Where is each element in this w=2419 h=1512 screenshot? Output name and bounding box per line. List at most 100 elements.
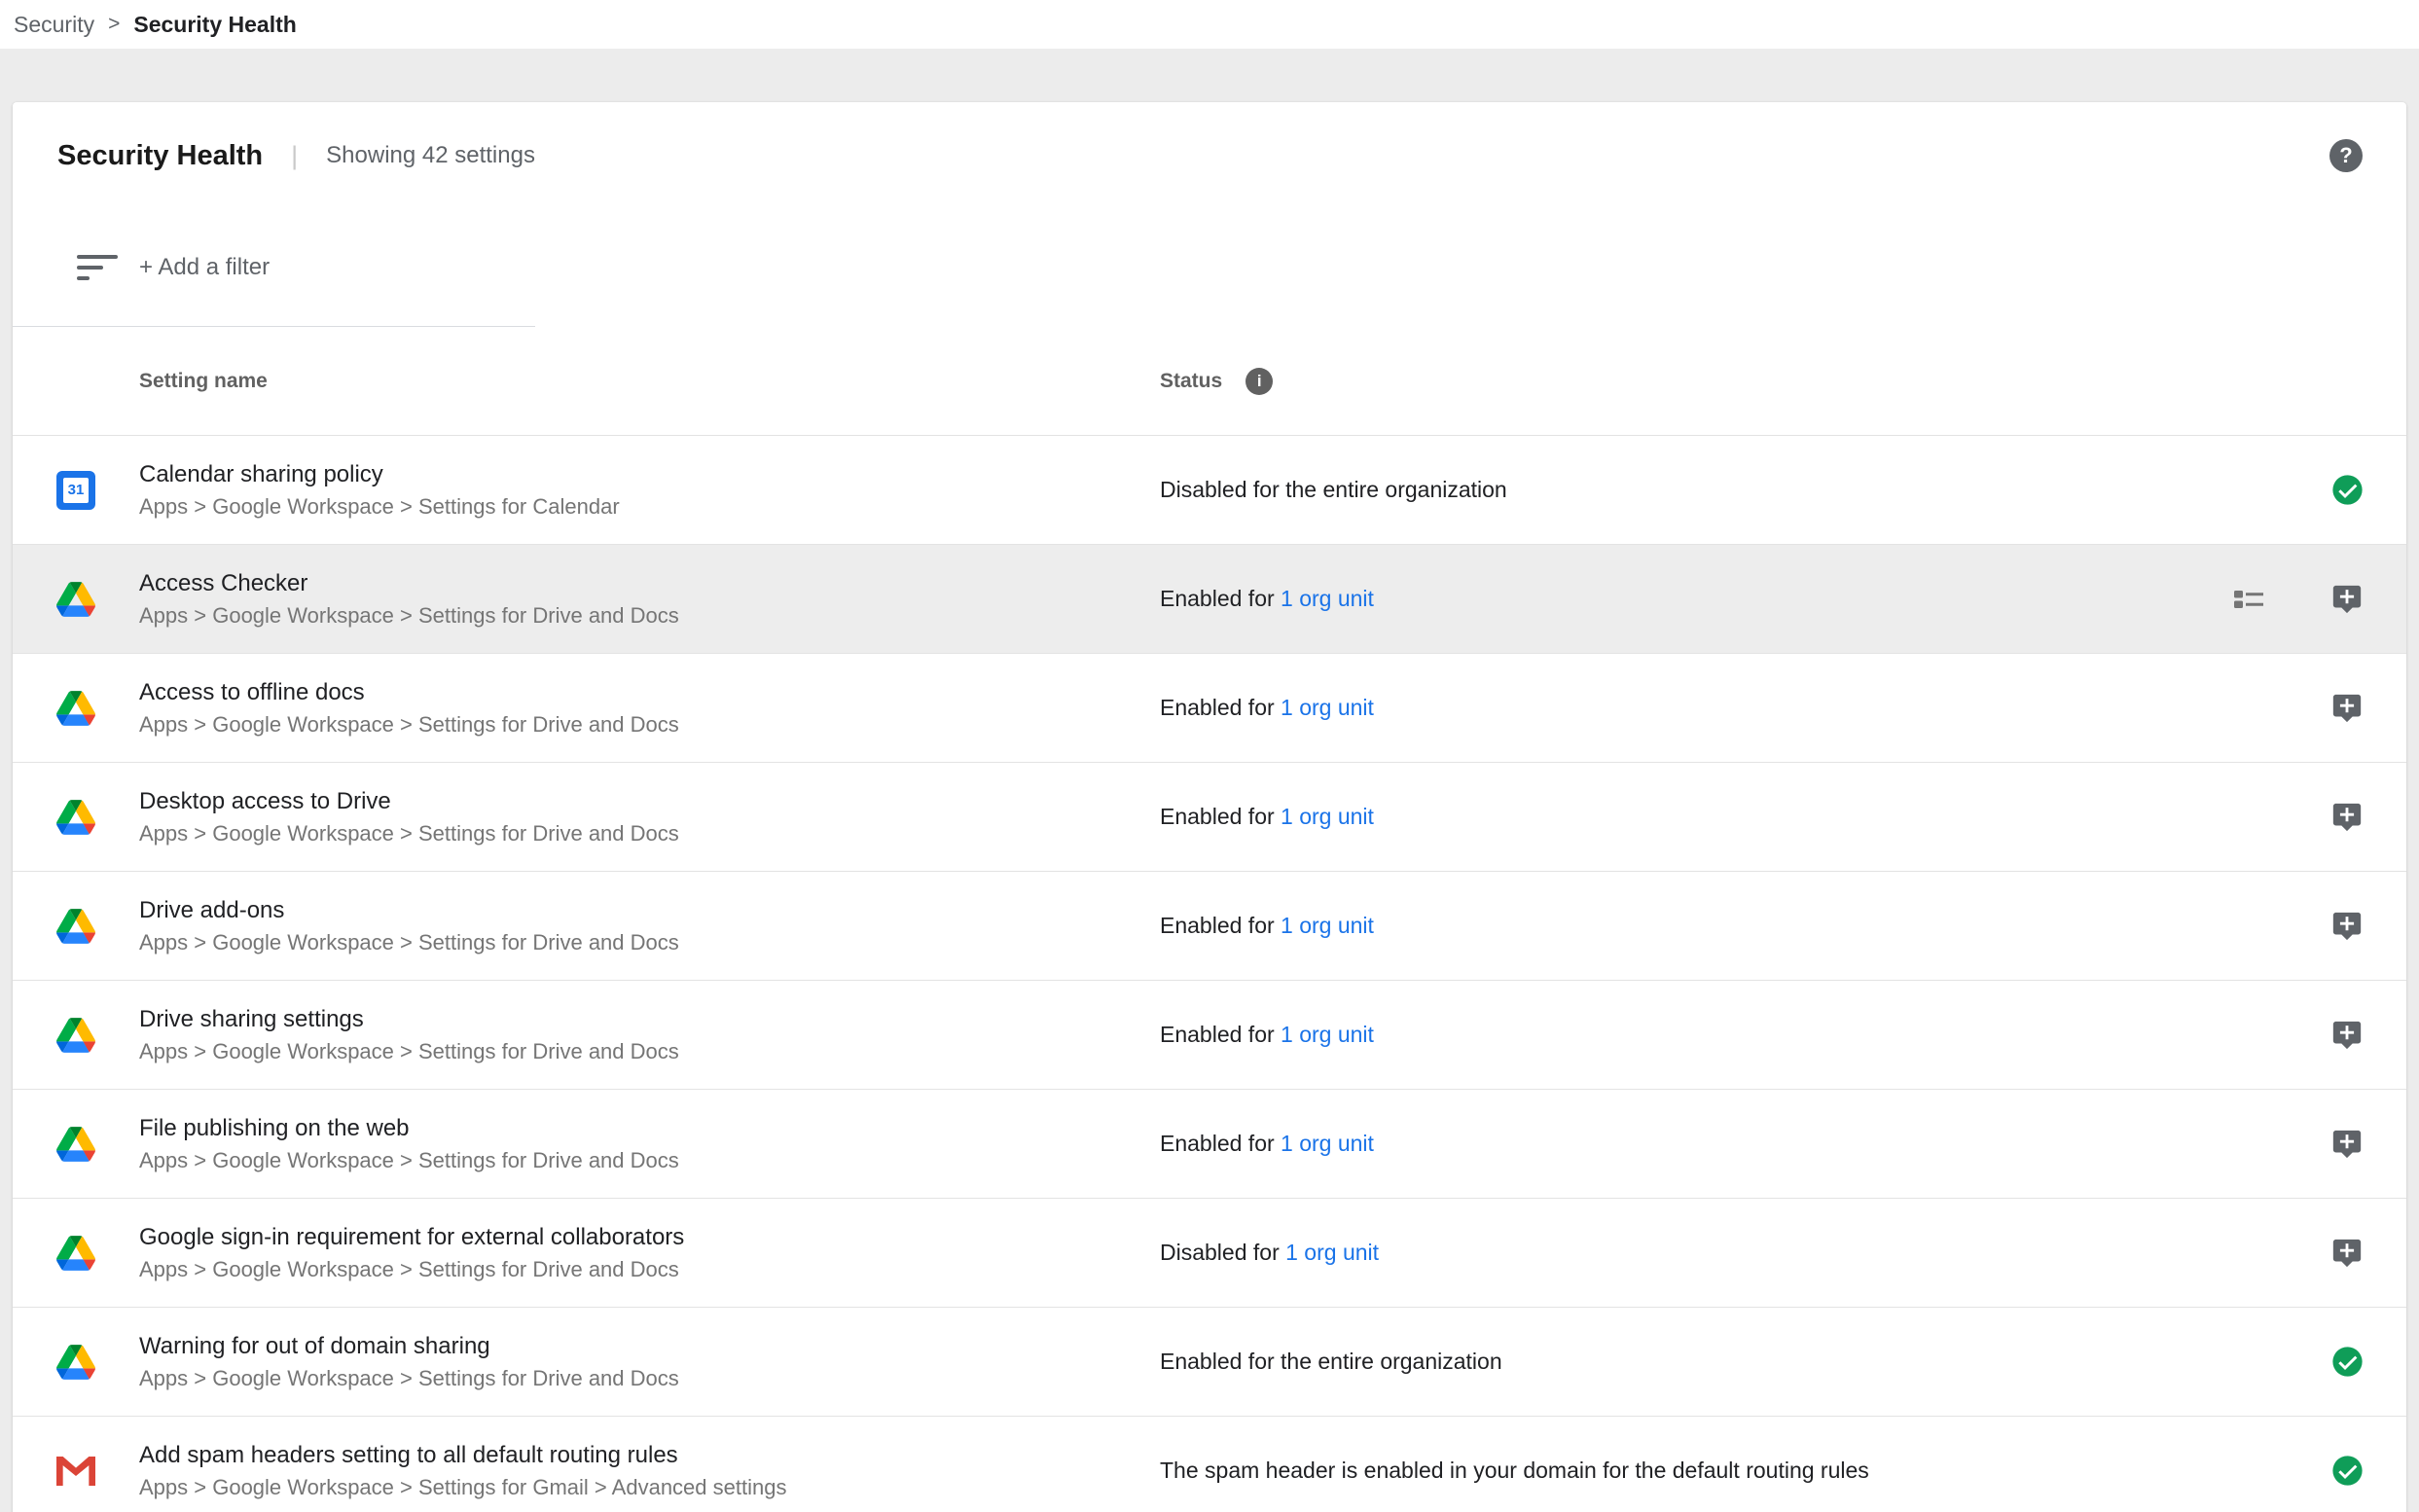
filter-icon[interactable] bbox=[77, 255, 118, 280]
org-unit-link[interactable]: 1 org unit bbox=[1281, 586, 1374, 611]
org-unit-link[interactable]: 1 org unit bbox=[1281, 695, 1374, 720]
row-actions bbox=[2330, 692, 2364, 725]
status-cell: Enabled for 1 org unit bbox=[1160, 695, 2330, 721]
setting-cell: Access to offline docs Apps > Google Wor… bbox=[139, 676, 1160, 740]
status-text: Enabled for bbox=[1160, 1022, 1281, 1047]
status-cell: Enabled for 1 org unit bbox=[1160, 1131, 2330, 1157]
status-cell: Disabled for 1 org unit bbox=[1160, 1240, 2330, 1266]
status-ok-icon bbox=[2331, 474, 2364, 506]
table-row[interactable]: Drive sharing settings Apps > Google Wor… bbox=[13, 981, 2406, 1090]
recommendation-badge-icon[interactable] bbox=[2330, 1019, 2364, 1052]
org-unit-link[interactable]: 1 org unit bbox=[1281, 1022, 1374, 1047]
setting-path: Apps > Google Workspace > Settings for D… bbox=[139, 1363, 1160, 1394]
add-filter-button[interactable]: + Add a filter bbox=[139, 254, 270, 281]
setting-path: Apps > Google Workspace > Settings for G… bbox=[139, 1472, 1160, 1503]
table-row[interactable]: Drive add-ons Apps > Google Workspace > … bbox=[13, 872, 2406, 981]
table-row[interactable]: Access Checker Apps > Google Workspace >… bbox=[13, 545, 2406, 654]
org-unit-details-icon[interactable] bbox=[2231, 582, 2266, 617]
help-icon[interactable]: ? bbox=[2329, 139, 2363, 172]
setting-path: Apps > Google Workspace > Settings for D… bbox=[139, 818, 1160, 849]
drive-icon bbox=[56, 1236, 95, 1271]
table-row[interactable]: Desktop access to Drive Apps > Google Wo… bbox=[13, 763, 2406, 872]
setting-path: Apps > Google Workspace > Settings for D… bbox=[139, 1145, 1160, 1176]
settings-count: Showing 42 settings bbox=[326, 142, 535, 169]
recommendation-badge-icon[interactable] bbox=[2330, 692, 2364, 725]
product-icon-cell bbox=[13, 1018, 139, 1053]
breadcrumb-security[interactable]: Security bbox=[14, 12, 94, 38]
status-cell: Enabled for 1 org unit bbox=[1160, 913, 2330, 939]
org-unit-link[interactable]: 1 org unit bbox=[1285, 1240, 1379, 1265]
column-header-status: Status i bbox=[1160, 368, 2364, 395]
setting-cell: Drive add-ons Apps > Google Workspace > … bbox=[139, 894, 1160, 958]
calendar-icon: 31 bbox=[56, 471, 95, 510]
table-row[interactable]: Google sign-in requirement for external … bbox=[13, 1199, 2406, 1308]
status-text: Enabled for bbox=[1160, 913, 1281, 938]
org-unit-link[interactable]: 1 org unit bbox=[1281, 1131, 1374, 1156]
product-icon-cell bbox=[13, 1127, 139, 1162]
breadcrumb-current: Security Health bbox=[133, 12, 296, 38]
drive-icon bbox=[56, 1345, 95, 1380]
status-text: Disabled for bbox=[1160, 1240, 1285, 1265]
row-actions bbox=[2330, 1237, 2364, 1270]
setting-path: Apps > Google Workspace > Settings for D… bbox=[139, 927, 1160, 958]
recommendation-badge-icon[interactable] bbox=[2330, 801, 2364, 834]
security-health-card: Security Health | Showing 42 settings ? … bbox=[13, 102, 2406, 1512]
setting-cell: Add spam headers setting to all default … bbox=[139, 1439, 1160, 1503]
status-cell: Enabled for the entire organization bbox=[1160, 1349, 2331, 1375]
row-actions bbox=[2231, 582, 2364, 617]
drive-icon bbox=[56, 691, 95, 726]
status-cell: Disabled for the entire organization bbox=[1160, 477, 2331, 503]
org-unit-link[interactable]: 1 org unit bbox=[1281, 913, 1374, 938]
status-text: Enabled for the entire organization bbox=[1160, 1349, 1502, 1374]
product-icon-cell bbox=[13, 582, 139, 617]
setting-cell: Warning for out of domain sharing Apps >… bbox=[139, 1330, 1160, 1394]
recommendation-badge-icon[interactable] bbox=[2330, 1128, 2364, 1161]
setting-name: Drive add-ons bbox=[139, 894, 1160, 927]
product-icon-cell bbox=[13, 1236, 139, 1271]
setting-cell: Access Checker Apps > Google Workspace >… bbox=[139, 567, 1160, 631]
setting-path: Apps > Google Workspace > Settings for D… bbox=[139, 1254, 1160, 1285]
setting-cell: Calendar sharing policy Apps > Google Wo… bbox=[139, 458, 1160, 522]
recommendation-badge-icon[interactable] bbox=[2330, 583, 2364, 616]
drive-icon bbox=[56, 1018, 95, 1053]
table-row[interactable]: Add spam headers setting to all default … bbox=[13, 1417, 2406, 1512]
row-actions bbox=[2330, 801, 2364, 834]
setting-name: Drive sharing settings bbox=[139, 1003, 1160, 1036]
card-header: Security Health | Showing 42 settings ? bbox=[13, 102, 2406, 209]
product-icon-cell bbox=[13, 909, 139, 944]
product-icon-cell bbox=[13, 1457, 139, 1486]
table-row[interactable]: File publishing on the web Apps > Google… bbox=[13, 1090, 2406, 1199]
table-row[interactable]: Access to offline docs Apps > Google Wor… bbox=[13, 654, 2406, 763]
status-text: Enabled for bbox=[1160, 586, 1281, 611]
row-actions bbox=[2331, 1455, 2364, 1487]
calendar-day-label: 31 bbox=[63, 478, 89, 503]
drive-icon bbox=[56, 909, 95, 944]
status-text: The spam header is enabled in your domai… bbox=[1160, 1458, 1869, 1483]
drive-icon bbox=[56, 582, 95, 617]
setting-cell: Desktop access to Drive Apps > Google Wo… bbox=[139, 785, 1160, 849]
status-cell: Enabled for 1 org unit bbox=[1160, 586, 2231, 612]
breadcrumb: Security > Security Health bbox=[0, 0, 2419, 49]
status-text: Enabled for bbox=[1160, 804, 1281, 829]
product-icon-cell bbox=[13, 1345, 139, 1380]
product-icon-cell bbox=[13, 800, 139, 835]
status-info-icon[interactable]: i bbox=[1246, 368, 1273, 395]
setting-path: Apps > Google Workspace > Settings for D… bbox=[139, 600, 1160, 631]
table-row[interactable]: Warning for out of domain sharing Apps >… bbox=[13, 1308, 2406, 1417]
table-row[interactable]: 31 Calendar sharing policy Apps > Google… bbox=[13, 436, 2406, 545]
org-unit-link[interactable]: 1 org unit bbox=[1281, 804, 1374, 829]
recommendation-badge-icon[interactable] bbox=[2330, 910, 2364, 943]
drive-icon bbox=[56, 800, 95, 835]
row-actions bbox=[2330, 1019, 2364, 1052]
recommendation-badge-icon[interactable] bbox=[2330, 1237, 2364, 1270]
page-title: Security Health bbox=[57, 140, 263, 172]
product-icon-cell: 31 bbox=[13, 471, 139, 510]
setting-name: Access to offline docs bbox=[139, 676, 1160, 709]
row-actions bbox=[2331, 1346, 2364, 1378]
status-ok-icon bbox=[2331, 1346, 2364, 1378]
status-cell: Enabled for 1 org unit bbox=[1160, 1022, 2330, 1048]
setting-cell: File publishing on the web Apps > Google… bbox=[139, 1112, 1160, 1176]
status-cell: The spam header is enabled in your domai… bbox=[1160, 1458, 2331, 1484]
product-icon-cell bbox=[13, 691, 139, 726]
setting-name: Add spam headers setting to all default … bbox=[139, 1439, 1160, 1472]
